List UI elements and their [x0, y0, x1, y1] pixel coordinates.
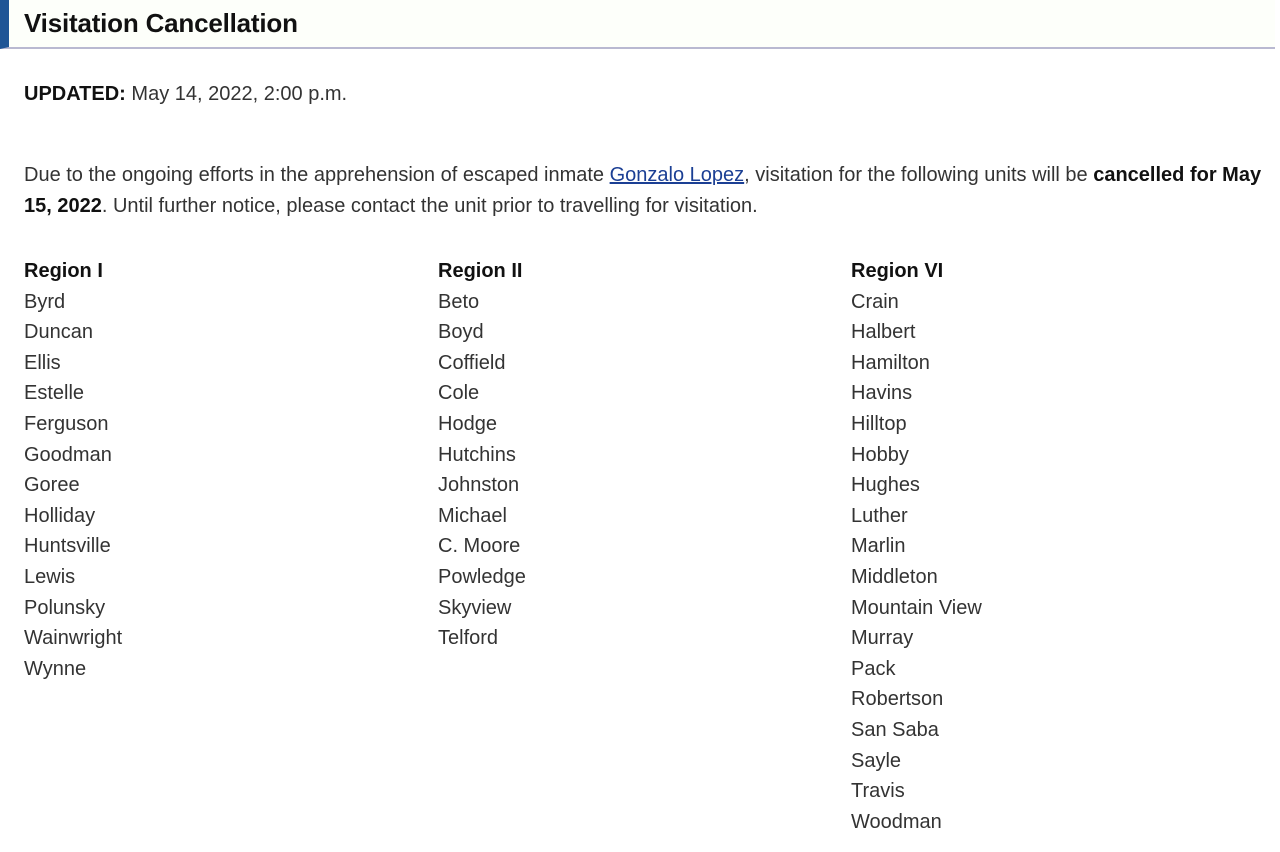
list-item: Huntsville — [24, 535, 111, 558]
unit-list-region-3: Crain Halbert Hamilton Havins Hilltop Ho… — [851, 287, 982, 838]
region-column-1: Region I Byrd Duncan Ellis Estelle Fergu… — [24, 256, 122, 684]
list-item: Hilltop — [851, 412, 907, 435]
inmate-name-link[interactable]: Gonzalo Lopez — [610, 164, 745, 186]
list-item: Duncan — [24, 321, 93, 344]
cancellation-notice-paragraph: Due to the ongoing efforts in the appreh… — [24, 160, 1262, 221]
list-item: Travis — [851, 780, 905, 803]
list-item: Wainwright — [24, 627, 123, 650]
list-item: Skyview — [438, 596, 512, 619]
updated-label: UPDATED: — [24, 83, 126, 105]
updated-timestamp: UPDATED: May 14, 2022, 2:00 p.m. — [24, 80, 347, 108]
list-item: Marlin — [851, 535, 906, 558]
list-item: Beto — [438, 290, 480, 313]
notice-text-before-link: Due to the ongoing efforts in the appreh… — [24, 164, 610, 186]
list-item: Hutchins — [438, 443, 516, 466]
list-item: Middleton — [851, 565, 938, 588]
list-item: Hodge — [438, 412, 497, 435]
list-item: Halbert — [851, 321, 916, 344]
region-column-3: Region VI Crain Halbert Hamilton Havins … — [851, 256, 982, 837]
list-item: Polunsky — [24, 596, 106, 619]
unit-list-region-1: Byrd Duncan Ellis Estelle Ferguson Goodm… — [24, 287, 122, 685]
notice-text-end: . Until further notice, please contact t… — [101, 194, 758, 217]
region-column-2: Region II Beto Boyd Coffield Cole Hodge … — [438, 256, 526, 654]
region-heading: Region II — [438, 260, 523, 282]
list-item: Ferguson — [24, 412, 109, 435]
list-item: Holliday — [24, 504, 96, 527]
list-item: Sayle — [851, 749, 902, 772]
list-item: Pack — [851, 657, 896, 680]
page-header-banner: Visitation Cancellation — [0, 0, 1275, 49]
list-item: Lewis — [24, 565, 76, 588]
list-item: Michael — [438, 504, 507, 527]
region-heading: Region I — [24, 260, 103, 282]
list-item: Estelle — [24, 382, 85, 405]
list-item: Woodman — [851, 810, 942, 833]
list-item: Hamilton — [851, 351, 930, 374]
list-item: Goree — [24, 474, 80, 497]
list-item: Robertson — [851, 688, 944, 711]
list-item: Ellis — [24, 351, 61, 374]
list-item: Telford — [438, 627, 499, 650]
list-item: Cole — [438, 382, 480, 405]
list-item: Havins — [851, 382, 913, 405]
unit-list-region-2: Beto Boyd Coffield Cole Hodge Hutchins J… — [438, 287, 526, 654]
list-item: Luther — [851, 504, 908, 527]
list-item: San Saba — [851, 718, 939, 741]
list-item: Goodman — [24, 443, 112, 466]
list-item: Murray — [851, 627, 914, 650]
list-item: Wynne — [24, 657, 87, 680]
list-item: Hobby — [851, 443, 909, 466]
list-item: Byrd — [24, 290, 66, 313]
list-item: Crain — [851, 290, 899, 313]
list-item: Hughes — [851, 474, 920, 497]
list-item: C. Moore — [438, 535, 521, 558]
page-title: Visitation Cancellation — [24, 8, 298, 38]
list-item: Coffield — [438, 351, 506, 374]
updated-value: May 14, 2022, 2:00 p.m. — [131, 83, 348, 105]
list-item: Boyd — [438, 321, 484, 344]
list-item: Mountain View — [851, 596, 982, 619]
notice-text-after-link: , visitation for the following units wil… — [744, 164, 1094, 186]
list-item: Johnston — [438, 474, 520, 497]
list-item: Powledge — [438, 565, 526, 588]
region-heading: Region VI — [851, 260, 944, 282]
